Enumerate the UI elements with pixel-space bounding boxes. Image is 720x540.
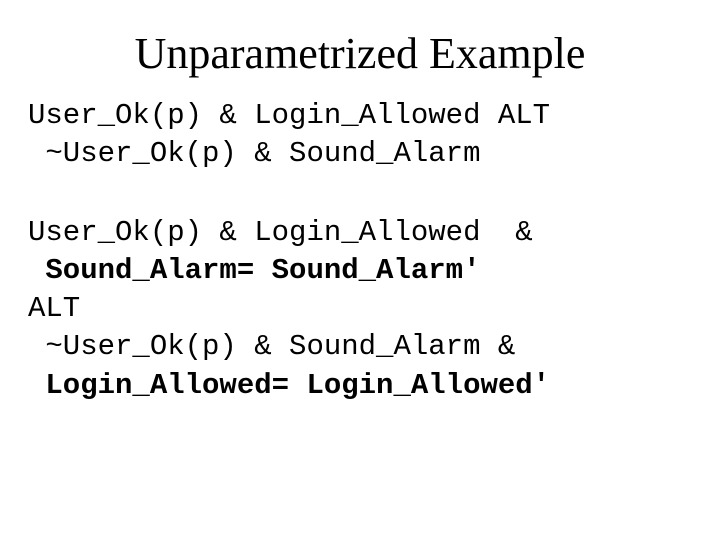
code-line [28, 369, 45, 402]
code-line [28, 254, 45, 287]
code-block-2: User_Ok(p) & Login_Allowed & Sound_Alarm… [28, 214, 692, 405]
slide-title: Unparametrized Example [28, 28, 692, 79]
code-line: User_Ok(p) & Login_Allowed ALT [28, 99, 550, 132]
slide: Unparametrized Example User_Ok(p) & Logi… [0, 0, 720, 540]
code-line: ~User_Ok(p) & Sound_Alarm [28, 137, 480, 170]
code-line: User_Ok(p) & Login_Allowed & [28, 216, 533, 249]
code-line: ALT [28, 292, 80, 325]
code-line-bold: Login_Allowed= Login_Allowed' [45, 369, 550, 402]
code-line: ~User_Ok(p) & Sound_Alarm & [28, 330, 515, 363]
spacer [28, 174, 692, 214]
code-line-bold: Sound_Alarm= Sound_Alarm' [45, 254, 480, 287]
code-block-1: User_Ok(p) & Login_Allowed ALT ~User_Ok(… [28, 97, 692, 174]
